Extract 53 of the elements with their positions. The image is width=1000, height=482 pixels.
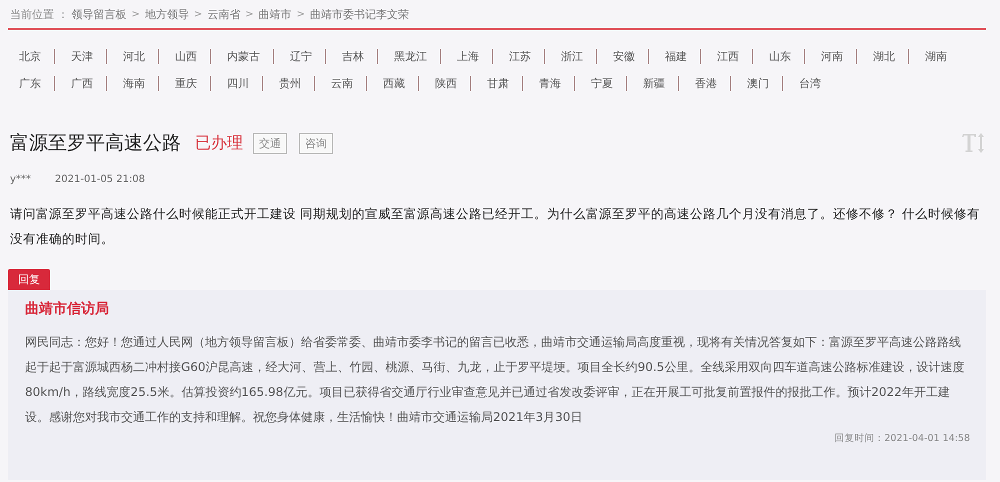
author-name: y*** [10,174,31,185]
region-link[interactable]: 甘肃 [470,76,509,91]
region-link[interactable]: 陕西 [418,76,457,91]
reply-time: 回复时间：2021-04-01 14:58 [834,432,970,445]
region-link[interactable]: 内蒙古 [210,49,260,64]
breadcrumb-link[interactable]: 领导留言板 [72,7,126,22]
region-link[interactable]: 云南 [314,76,353,91]
reply-text: 网民同志：您好！您通过人民网（地方领导留言板）给省委常委、曲靖市委李书记的留言已收悉，曲靖市交通运输局高度重视，现将有关情况答复如下：富源至罗平高速公路路线起于起于富源城西杨二冲村接G60沪昆高速，经大河、营上、竹园、桃源、马街、九龙，止于罗平堤埂。项目全长约90.5公里。全线采用双向四车道高速公路标准建设，设计速度80km/h，路线宽度25.5米。估算投资约165.98亿元。项目已获得省交通厅行业审查意见并已通过省发改委评审，正在开展工可批复前置报件的报批工作。预计2022年开工建设。感谢您对我市交通工作的支持和理解。祝您身体健康，生活愉快！曲靖市交通运输局2021年3月30日 [25,334,966,426]
region-link[interactable]: 河南 [804,49,843,64]
region-link[interactable]: 香港 [678,76,717,91]
region-link[interactable]: 广东 [19,76,41,91]
breadcrumb-separator: > [132,9,140,20]
region-link[interactable]: 湖南 [908,49,947,64]
post-time: 2021-01-05 21:08 [54,174,146,185]
region-link[interactable]: 重庆 [158,76,197,91]
breadcrumb-separator: > [194,9,202,20]
breadcrumb-label: 当前位置 ： [10,7,68,22]
region-link[interactable]: 山西 [158,49,197,64]
region-link[interactable]: 浙江 [544,49,583,64]
region-link[interactable]: 贵州 [262,76,301,91]
region-link[interactable]: 安徽 [596,49,635,64]
region-link[interactable]: 黑龙江 [377,49,427,64]
breadcrumb-link[interactable]: 云南省 [207,7,240,22]
region-link[interactable]: 江西 [700,49,739,64]
breadcrumb-link[interactable]: 曲靖市委书记李文荣 [310,7,410,22]
breadcrumb-separator: > [296,9,306,20]
region-link[interactable]: 吉林 [325,49,364,64]
region-link[interactable]: 台湾 [782,76,821,91]
region-link[interactable]: 新疆 [626,76,665,91]
breadcrumb-link[interactable]: 地方领导 [144,7,189,22]
region-link[interactable]: 青海 [522,76,561,91]
region-link[interactable]: 澳门 [730,76,769,91]
breadcrumb-link[interactable]: 曲靖市 [258,7,292,22]
region-link[interactable]: 湖北 [856,49,895,64]
region-link[interactable]: 江苏 [492,49,531,64]
reply-organization: 曲靖市信访局 [25,300,110,318]
region-link[interactable]: 福建 [648,49,687,64]
font-size-icon[interactable] [962,132,986,154]
breadcrumb-separator: > [245,9,254,20]
region-link[interactable]: 河北 [106,49,145,64]
region-link[interactable]: 山东 [752,49,791,64]
region-link[interactable]: 西藏 [366,76,405,91]
region-link[interactable]: 辽宁 [273,49,312,64]
region-link[interactable]: 天津 [54,49,93,64]
region-link[interactable]: 上海 [440,49,479,64]
status-label: 已办理 [195,132,243,154]
region-link[interactable]: 海南 [106,76,145,91]
message-text: 请问富源至罗平高速公路什么时候能正式开工建设 同期规划的宣威至富源高速公路已经开工。为什么富源至罗平的高速公路几个月没有消息了。还修不修？ 什么时候修有没有准确的时间。 [10,205,981,248]
region-link[interactable]: 广西 [54,76,93,91]
region-link[interactable]: 四川 [210,76,249,91]
region-link[interactable]: 北京 [19,49,41,64]
message-title: 富源至罗平高速公路 [10,131,181,156]
region-link[interactable]: 宁夏 [574,76,613,91]
